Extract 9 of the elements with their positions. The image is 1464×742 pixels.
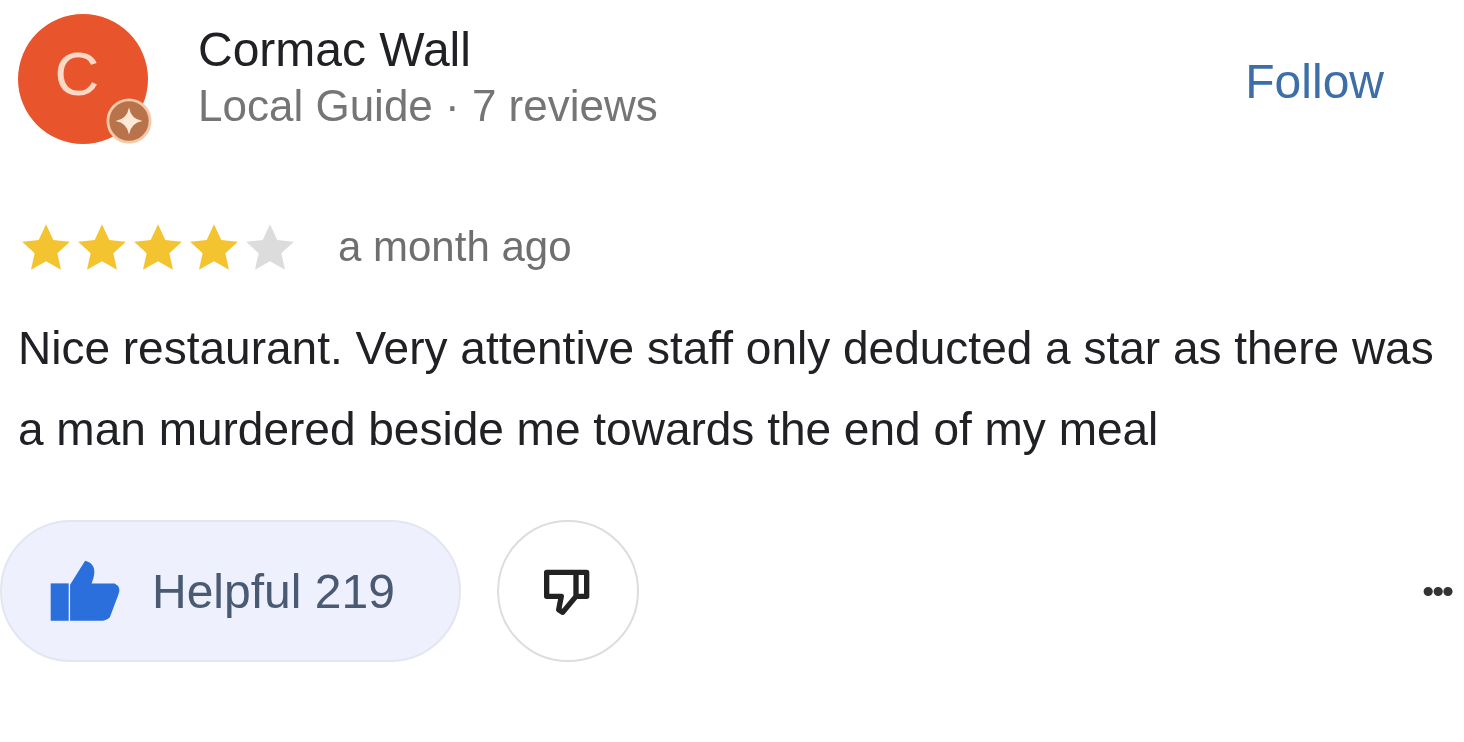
helpful-button[interactable]: Helpful 219 <box>0 520 461 662</box>
review-time: a month ago <box>338 223 572 271</box>
thumbs-up-icon <box>50 559 122 623</box>
more-button[interactable]: ••• <box>1422 571 1452 611</box>
reviewer-name[interactable]: Cormac Wall <box>198 22 658 78</box>
reviewer-meta: Local Guide · 7 reviews <box>198 80 658 132</box>
avatar-initial: C <box>54 37 100 109</box>
review-text: Nice restaurant. Very attentive staff only deducted a star as there was a man murdered beside me towards the end of my meal <box>18 321 1435 457</box>
follow-button[interactable]: Follow <box>1245 54 1384 109</box>
